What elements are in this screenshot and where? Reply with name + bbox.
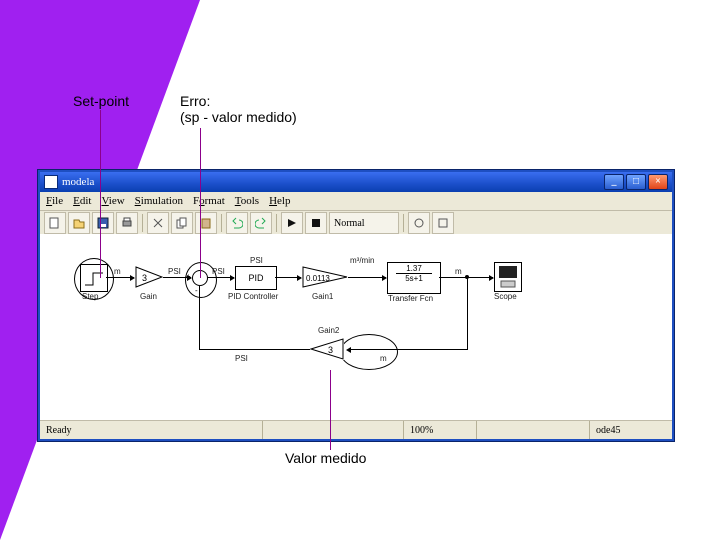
annotation-setpoint: Set-point (73, 93, 129, 109)
open-button[interactable] (68, 212, 90, 234)
app-icon (44, 175, 58, 189)
minimize-button[interactable]: _ (604, 174, 624, 190)
svg-text:3: 3 (328, 345, 333, 355)
signal-m2: m (455, 267, 462, 276)
annot-erro-l1: Erro: (180, 93, 297, 109)
wire-fb-up (199, 286, 200, 349)
close-button[interactable]: × (648, 174, 668, 190)
label-gain1: Gain1 (312, 292, 333, 301)
annot-line-setpoint (100, 110, 101, 278)
new-button[interactable] (44, 212, 66, 234)
wire-fb-down (467, 277, 468, 349)
maximize-button[interactable]: □ (626, 174, 646, 190)
label-gain2: Gain2 (318, 326, 339, 335)
save-button[interactable] (92, 212, 114, 234)
menu-format[interactable]: Format (193, 195, 225, 207)
status-solver: ode45 (590, 421, 672, 439)
signal-psi4: PSI (235, 354, 248, 363)
annotation-valor-medido: Valor medido (285, 450, 366, 466)
menu-edit[interactable]: Edit (73, 195, 91, 207)
menu-simulation[interactable]: Simulation (135, 195, 183, 207)
toolbar-extra1[interactable] (408, 212, 430, 234)
window-title: modela (62, 176, 94, 188)
run-button[interactable] (281, 212, 303, 234)
annot-erro-l2: (sp - valor medido) (180, 109, 297, 125)
redo-button[interactable] (250, 212, 272, 234)
gain-value-text: 3 (142, 273, 147, 283)
annotation-erro: Erro: (sp - valor medido) (180, 93, 297, 125)
status-ready: Ready (40, 421, 263, 439)
wire-gain1-tf (348, 277, 386, 278)
wire-fb-h2 (199, 349, 310, 350)
tf-den: 5s+1 (396, 273, 432, 283)
block-pid[interactable]: PID (235, 266, 277, 290)
signal-psi3: PSI (250, 256, 263, 265)
label-tf: Transfer Fcn (388, 294, 433, 303)
mode-select[interactable]: Normal (329, 212, 399, 234)
highlight-step (74, 258, 114, 300)
menu-view[interactable]: View (101, 195, 124, 207)
signal-mcub: m³/min (350, 256, 374, 265)
toolbar: Normal (40, 211, 672, 236)
signal-m1: m (114, 267, 121, 276)
cut-button[interactable] (147, 212, 169, 234)
highlight-measured (340, 334, 398, 370)
menu-help[interactable]: Help (269, 195, 290, 207)
label-pid: PID Controller (228, 292, 278, 301)
toolbar-extra2[interactable] (432, 212, 454, 234)
paste-button[interactable] (195, 212, 217, 234)
copy-button[interactable] (171, 212, 193, 234)
signal-psi2: PSI (212, 267, 225, 276)
simulink-window: modela _ □ × File Edit View Simulation F… (38, 170, 674, 441)
block-gain1[interactable]: 0.0113 (302, 266, 348, 288)
statusbar: Ready 100% ode45 (40, 420, 672, 439)
menu-tools[interactable]: Tools (235, 195, 259, 207)
block-gain2[interactable]: 3 (310, 338, 344, 360)
label-gain: Gain (140, 292, 157, 301)
block-gain[interactable]: 3 (135, 266, 163, 288)
svg-text:0.0113: 0.0113 (306, 274, 330, 283)
tf-num: 1.37 (388, 263, 440, 273)
label-scope: Scope (494, 292, 517, 301)
model-canvas[interactable]: Step m 3 Gain PSI + - PSI PID PID Contro… (40, 234, 672, 421)
status-zoom: 100% (404, 421, 477, 439)
annot-line-valor (330, 370, 331, 450)
block-transfer-fcn[interactable]: 1.37 5s+1 (387, 262, 441, 294)
titlebar[interactable]: modela _ □ × (40, 172, 672, 192)
undo-button[interactable] (226, 212, 248, 234)
menubar: File Edit View Simulation Format Tools H… (40, 192, 672, 211)
print-button[interactable] (116, 212, 138, 234)
menu-file[interactable]: File (46, 195, 63, 207)
stop-button[interactable] (305, 212, 327, 234)
annot-line-erro (200, 128, 201, 278)
block-scope[interactable] (494, 262, 522, 292)
signal-psi1: PSI (168, 267, 181, 276)
